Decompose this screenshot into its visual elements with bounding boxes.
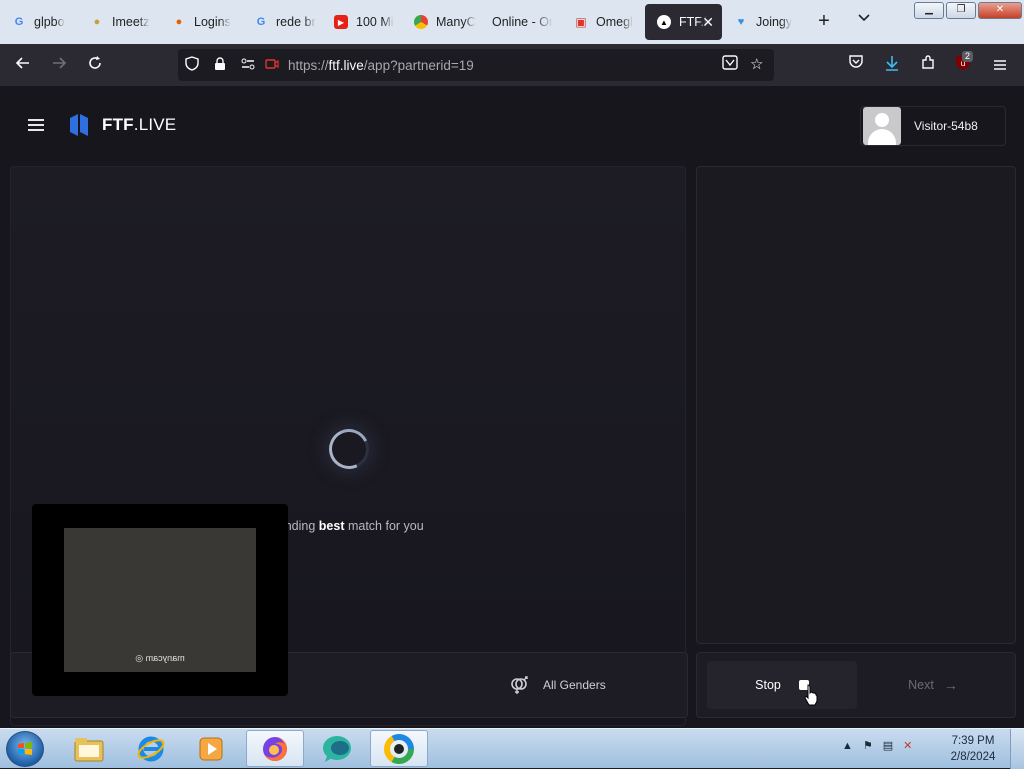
brand-name: FTF.LIVE [102, 115, 177, 134]
bookmark-star-icon[interactable]: ☆ [750, 55, 763, 73]
camera-feed: manycam ◎ [64, 528, 256, 672]
tab-title: Online - Or [492, 15, 554, 29]
tab-title: rede br [276, 15, 316, 29]
browser-tab-strip: G glpbo ● Imeetz ● Logins G rede br ▶ 10… [0, 0, 1024, 44]
avatar [863, 107, 901, 145]
new-tab-icon[interactable]: + [812, 10, 836, 34]
restore-window-icon[interactable]: ❐ [946, 2, 976, 19]
ftf-logo-icon [70, 114, 88, 136]
browser-tab[interactable]: Online - Or [470, 4, 562, 40]
pocket-icon[interactable] [843, 52, 869, 78]
reload-icon[interactable] [82, 52, 108, 78]
browser-tab[interactable]: G glpbo [0, 4, 78, 40]
extensions-icon[interactable] [915, 52, 941, 78]
network-icon[interactable]: ▤ [883, 739, 893, 752]
manycam-taskbar-icon[interactable] [370, 730, 428, 767]
windows-logo-icon [18, 742, 32, 755]
clock-time: 7:39 PM [951, 735, 995, 747]
gender-symbol-icon [511, 676, 528, 694]
close-tab-icon[interactable]: ✕ [702, 14, 714, 31]
reader-view-icon[interactable] [722, 55, 738, 74]
tab-title: glpbo [34, 15, 65, 29]
tab-title: Omegl [596, 15, 633, 29]
download-icon[interactable] [879, 52, 905, 78]
menu-icon[interactable] [987, 52, 1013, 78]
back-arrow-icon[interactable] [10, 52, 36, 78]
next-button[interactable]: Next → [859, 661, 1007, 709]
browser-tab[interactable]: ♥ Joingy [722, 4, 802, 40]
camera-watermark: manycam ◎ [135, 653, 185, 663]
address-bar[interactable]: https://ftf.live/app?partnerid=19 ☆ [178, 49, 774, 81]
camera-in-use-icon[interactable] [262, 57, 282, 73]
clock-date: 2/8/2024 [950, 751, 996, 763]
google-icon: G [14, 16, 24, 28]
start-button[interactable] [6, 731, 44, 767]
username: Visitor-54b8 [914, 119, 978, 133]
google-icon: G [256, 16, 266, 28]
self-camera-preview: manycam ◎ [32, 504, 288, 696]
forward-arrow-icon[interactable] [46, 52, 72, 78]
web-page: FTF.LIVE Visitor-54b8 Finding best match… [0, 86, 1024, 728]
hamburger-menu-icon[interactable] [28, 119, 44, 131]
gender-filter-button[interactable]: All Genders [509, 675, 606, 695]
tab-title: Joingy [756, 15, 793, 29]
manycam-icon [414, 15, 428, 29]
minimize-window-icon[interactable]: ▁ [914, 2, 944, 19]
tab-title: Logins [194, 15, 231, 29]
browser-tab[interactable]: ▶ 100 Mi [322, 4, 402, 40]
extension-badge: 2 [962, 51, 974, 62]
site-logo[interactable]: FTF.LIVE [68, 113, 176, 137]
internet-explorer-taskbar-icon[interactable] [122, 730, 180, 767]
volume-muted-icon[interactable]: ✕ [903, 739, 912, 752]
shield-icon[interactable] [178, 56, 206, 74]
windows-taskbar: ▲ ⚑ ▤ ✕ 7:39 PM 2/8/2024 [0, 728, 1024, 769]
chat-app-taskbar-icon[interactable] [308, 730, 366, 767]
action-bar: Stop Next → [696, 652, 1016, 718]
file-explorer-taskbar-icon[interactable] [60, 730, 118, 767]
arrow-right-icon: → [943, 677, 958, 693]
lock-icon[interactable] [206, 56, 234, 74]
window-controls: ▁ ❐ ✕ [914, 2, 1022, 19]
browser-tab-active[interactable]: ▲ FTF.l ✕ [645, 4, 722, 40]
system-clock[interactable]: 7:39 PM 2/8/2024 [946, 733, 1000, 765]
user-profile-chip[interactable]: Visitor-54b8 [860, 106, 1006, 146]
firefox-icon: ● [175, 16, 183, 28]
tab-title: 100 Mi [356, 15, 394, 29]
browser-tab[interactable]: G rede br [242, 4, 322, 40]
video-camera-icon: ▣ [575, 15, 587, 29]
action-center-flag-icon[interactable]: ⚑ [863, 739, 873, 752]
chat-panel [696, 166, 1016, 644]
next-label: Next [908, 678, 934, 692]
hand-cursor-icon [804, 684, 818, 706]
browser-tab[interactable]: ▣ Omegl [562, 4, 644, 40]
gender-filter-label: All Genders [543, 678, 606, 692]
browser-nav-bar: https://ftf.live/app?partnerid=19 ☆ u 2 [0, 44, 1024, 86]
firefox-taskbar-icon[interactable] [246, 730, 304, 767]
media-player-taskbar-icon[interactable] [182, 730, 240, 767]
tab-title: Imeetz [112, 15, 150, 29]
url-text[interactable]: https://ftf.live/app?partnerid=19 [288, 58, 474, 73]
show-hidden-icons-icon[interactable]: ▲ [842, 740, 853, 752]
stop-label: Stop [755, 678, 781, 692]
joingy-icon: ♥ [737, 16, 745, 28]
system-tray: ▲ ⚑ ▤ ✕ [842, 739, 912, 753]
stop-button[interactable]: Stop [707, 661, 857, 709]
show-desktop-button[interactable] [1010, 729, 1024, 769]
list-all-tabs-icon[interactable] [852, 10, 876, 34]
triangle-logo-icon: ▲ [657, 15, 671, 29]
browser-tab[interactable]: ● Imeetz [78, 4, 160, 40]
chat-bubbles-icon: ● [93, 16, 101, 28]
close-window-icon[interactable]: ✕ [978, 2, 1022, 19]
permissions-icon[interactable] [234, 57, 262, 73]
youtube-icon: ▶ [334, 15, 348, 29]
loading-spinner-icon [323, 423, 375, 475]
browser-tab[interactable]: ● Logins [160, 4, 242, 40]
